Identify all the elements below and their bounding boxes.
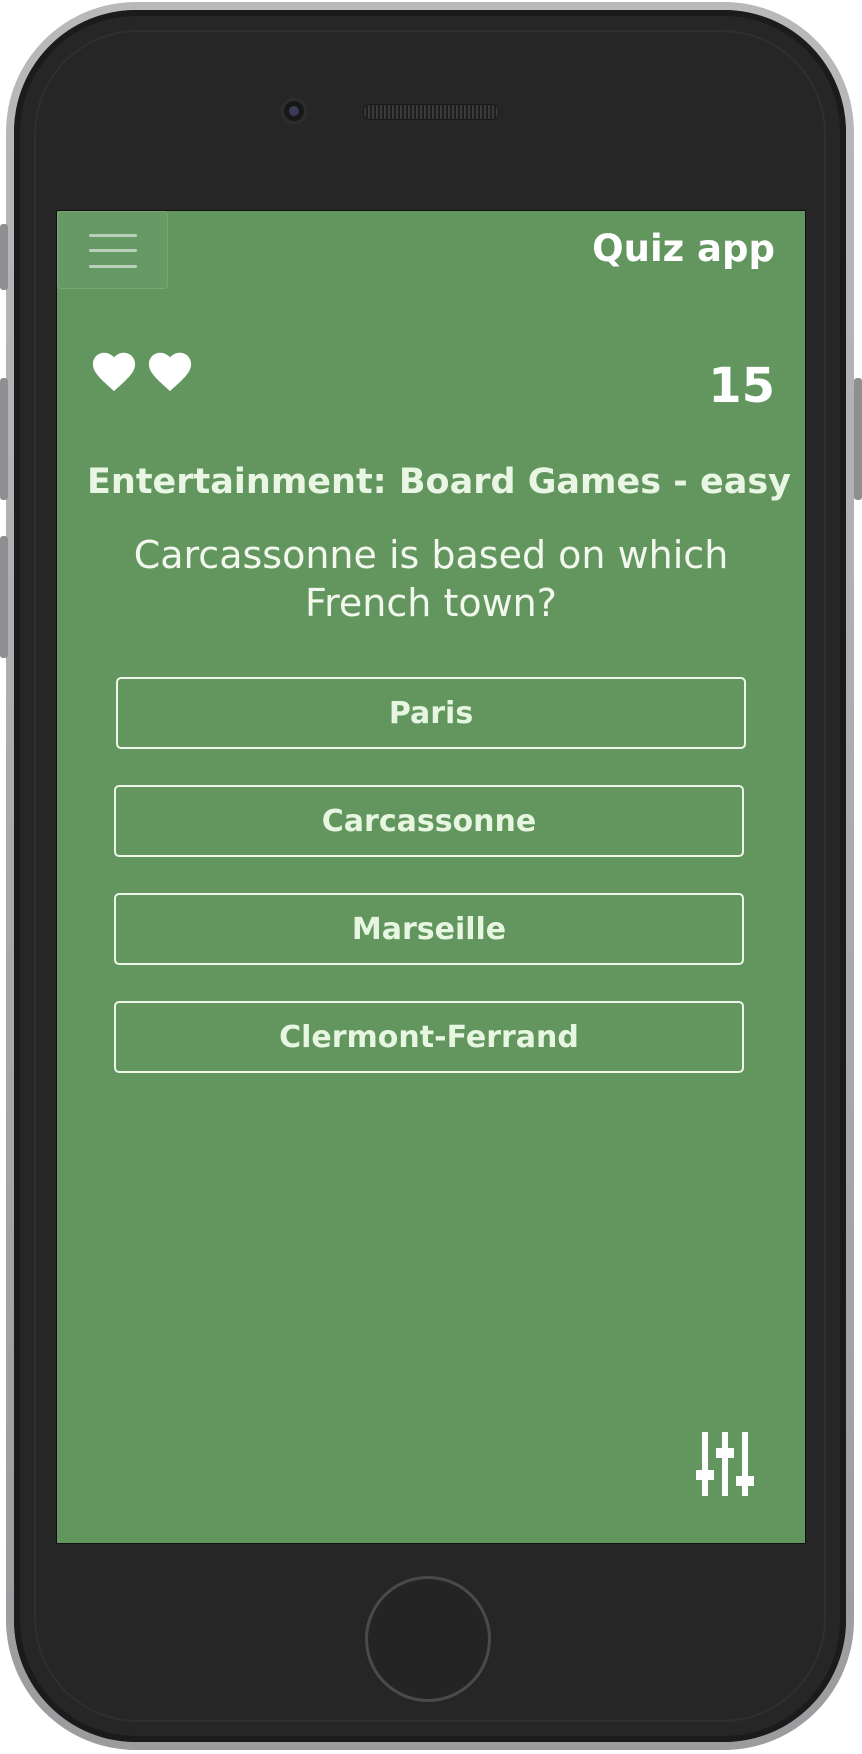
home-button[interactable] [365, 1576, 491, 1702]
question-category: Entertainment: Board Games - easy [87, 462, 791, 502]
app-screen: Quiz app 15 Entertainment: Board Games -… [56, 210, 806, 1544]
power-button [854, 378, 862, 500]
heart-icon [92, 352, 136, 392]
score-counter: 15 [708, 358, 775, 414]
hamburger-menu-button[interactable] [57, 211, 168, 289]
front-camera [280, 97, 308, 125]
answer-button[interactable]: Clermont-Ferrand [114, 1001, 744, 1073]
answer-button[interactable]: Marseille [114, 893, 744, 965]
mute-switch [0, 224, 8, 290]
answer-button[interactable]: Carcassonne [114, 785, 744, 857]
volume-down-button [0, 536, 8, 658]
sliders-settings-icon[interactable] [696, 1432, 754, 1496]
volume-up-button [0, 378, 8, 500]
earpiece-speaker [363, 104, 499, 120]
question-text: Carcassonne is based on which French tow… [133, 533, 729, 625]
app-title: Quiz app [592, 227, 775, 270]
answer-button[interactable]: Paris [116, 677, 746, 749]
heart-icon [148, 352, 192, 392]
lives-indicator [91, 349, 193, 393]
